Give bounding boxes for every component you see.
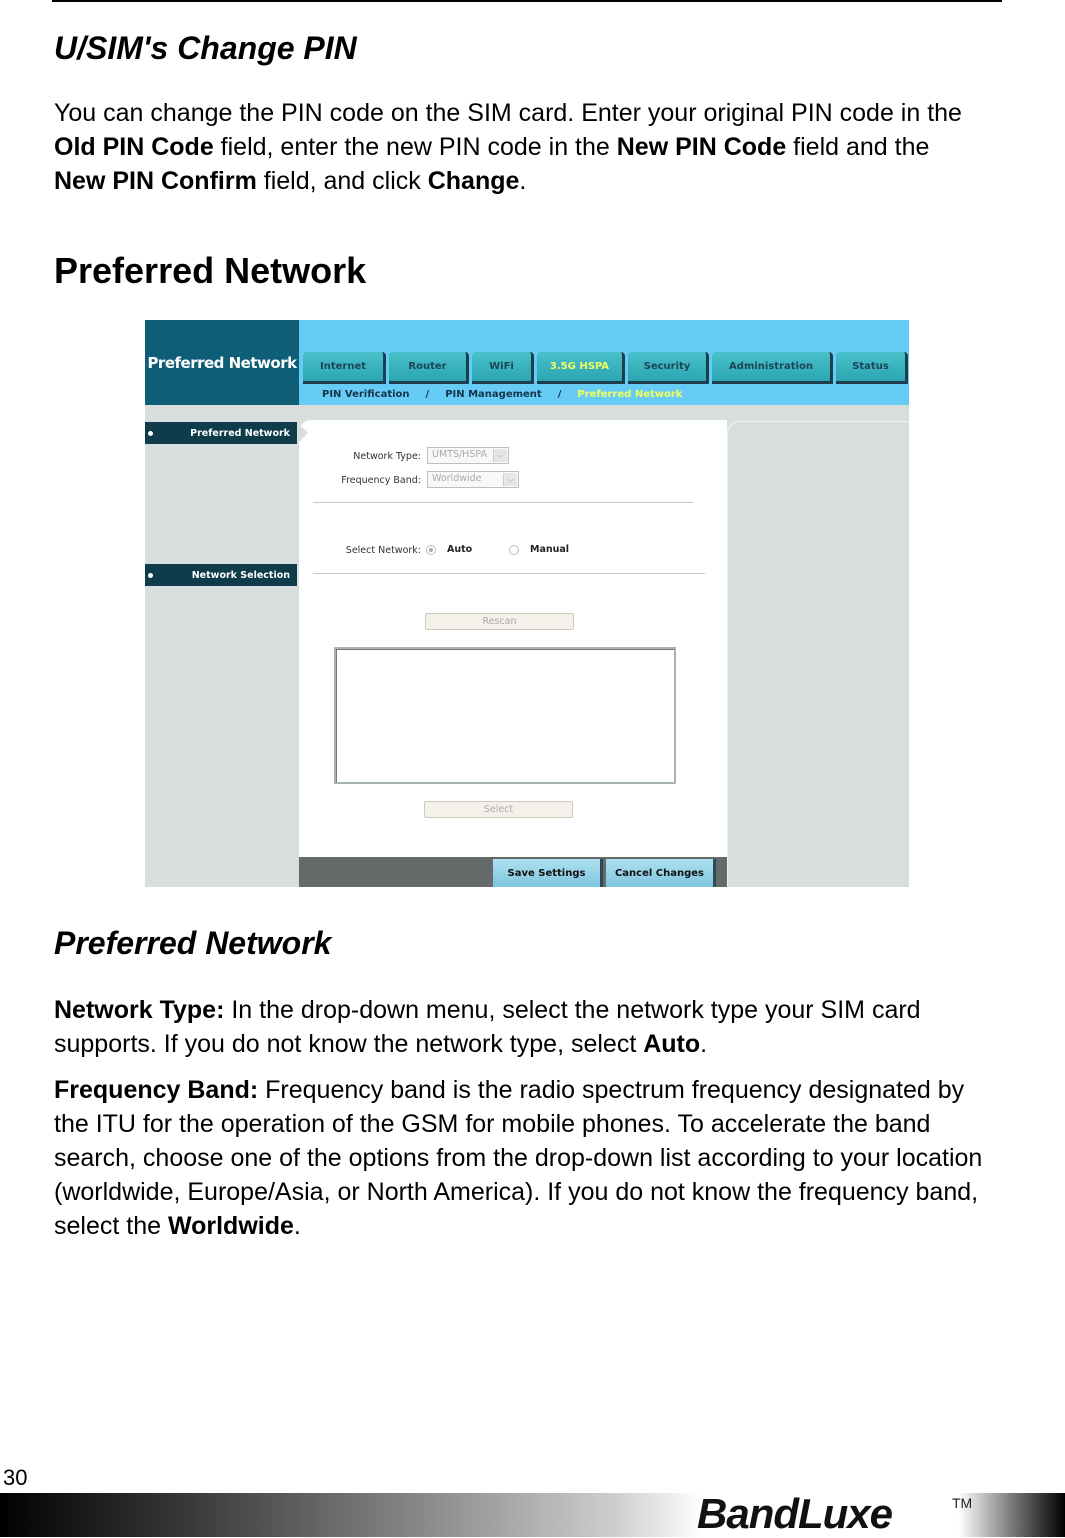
tab-status[interactable]: Status bbox=[836, 352, 908, 384]
breadcrumb: PIN Verification / PIN Management / Pref… bbox=[322, 389, 682, 400]
page-logo-title: Preferred Network bbox=[145, 320, 299, 405]
section-title-preferred-network: Preferred Network bbox=[54, 250, 367, 291]
tab-internet[interactable]: Internet bbox=[303, 352, 386, 384]
text-run: . bbox=[519, 167, 527, 195]
frequency-band-select[interactable]: Worldwide ⌵ bbox=[427, 471, 519, 488]
frequency-band-label: Frequency Band: bbox=[341, 475, 421, 486]
network-type-value: UMTS/HSPA bbox=[432, 449, 487, 460]
breadcrumb-pin-verification[interactable]: PIN Verification bbox=[322, 389, 410, 400]
header-rule bbox=[52, 0, 1002, 2]
sidebar-item-preferred-network[interactable]: Preferred Network bbox=[145, 422, 297, 444]
network-type-paragraph: Network Type: In the drop-down menu, sel… bbox=[54, 993, 1004, 1061]
radio-manual[interactable] bbox=[509, 545, 519, 555]
breadcrumb-separator: / bbox=[425, 389, 430, 400]
text-run: . bbox=[700, 1030, 708, 1058]
sidebar-item-label: Network Selection bbox=[191, 569, 290, 581]
network-type-label: Network Type: bbox=[353, 451, 421, 462]
tab-wifi[interactable]: WiFi bbox=[472, 352, 534, 384]
page-number: 30 bbox=[3, 1465, 28, 1490]
trademark-mark: TM bbox=[952, 1495, 973, 1511]
select-button[interactable]: Select bbox=[424, 801, 573, 818]
pointer-arrow-icon bbox=[299, 424, 308, 442]
frequency-band-paragraph: Frequency Band: Frequency band is the ra… bbox=[54, 1073, 1004, 1243]
tab-router[interactable]: Router bbox=[389, 352, 469, 384]
network-type-select[interactable]: UMTS/HSPA ⌵ bbox=[427, 447, 509, 464]
bold-term: Network Type: bbox=[54, 996, 225, 1024]
router-ui-screenshot: Preferred Network Internet Router WiFi 3… bbox=[145, 320, 909, 887]
breadcrumb-separator: / bbox=[557, 389, 562, 400]
chevron-down-icon: ⌵ bbox=[503, 473, 517, 486]
change-pin-paragraph: You can change the PIN code on the SIM c… bbox=[54, 96, 984, 198]
chevron-down-icon: ⌵ bbox=[493, 449, 507, 462]
section-title-preferred-network-desc: Preferred Network bbox=[54, 925, 332, 961]
divider bbox=[313, 573, 705, 574]
sidebar-item-label: Preferred Network bbox=[190, 427, 290, 439]
radio-auto[interactable] bbox=[426, 545, 436, 555]
text-run: field, and click bbox=[256, 167, 428, 195]
network-list[interactable] bbox=[334, 647, 676, 784]
bold-term: New PIN Confirm bbox=[54, 167, 257, 195]
frequency-band-value: Worldwide bbox=[432, 473, 482, 484]
text-run: . bbox=[293, 1212, 301, 1240]
right-panel bbox=[727, 421, 909, 887]
bold-term: Change bbox=[427, 167, 520, 195]
sidebar bbox=[145, 405, 299, 887]
radio-auto-label[interactable]: Auto bbox=[447, 544, 472, 555]
save-settings-button[interactable]: Save Settings bbox=[493, 859, 603, 887]
tab-administration[interactable]: Administration bbox=[712, 352, 833, 384]
bold-term: New PIN Code bbox=[616, 133, 787, 161]
section-title-change-pin: U/SIM's Change PIN bbox=[54, 30, 357, 66]
main-tabs: Internet Router WiFi 3.5G HSPA Security … bbox=[303, 352, 908, 384]
bullet-icon bbox=[148, 431, 153, 436]
tab-3-5g-hspa[interactable]: 3.5G HSPA bbox=[537, 352, 625, 384]
text-run: You can change the PIN code on the SIM c… bbox=[54, 99, 962, 127]
text-run: field and the bbox=[786, 133, 930, 161]
bold-term: Old PIN Code bbox=[54, 133, 214, 161]
sidebar-item-network-selection[interactable]: Network Selection bbox=[145, 564, 297, 586]
brand-logo: BandLuxe bbox=[697, 1490, 893, 1537]
divider bbox=[313, 502, 693, 503]
bold-term: Worldwide bbox=[167, 1212, 294, 1240]
breadcrumb-preferred-network[interactable]: Preferred Network bbox=[577, 389, 682, 400]
select-network-label: Select Network: bbox=[345, 545, 421, 556]
cancel-changes-button[interactable]: Cancel Changes bbox=[606, 859, 716, 887]
breadcrumb-pin-management[interactable]: PIN Management bbox=[445, 389, 542, 400]
text-run: field, enter the new PIN code in the bbox=[213, 133, 617, 161]
radio-manual-label[interactable]: Manual bbox=[530, 544, 569, 555]
rescan-button[interactable]: Rescan bbox=[425, 613, 574, 630]
bullet-icon bbox=[148, 573, 153, 578]
bold-term: Frequency Band: bbox=[54, 1076, 259, 1104]
tab-security[interactable]: Security bbox=[628, 352, 709, 384]
footer-gradient-bar bbox=[0, 1493, 1065, 1537]
bold-term: Auto bbox=[643, 1030, 701, 1058]
